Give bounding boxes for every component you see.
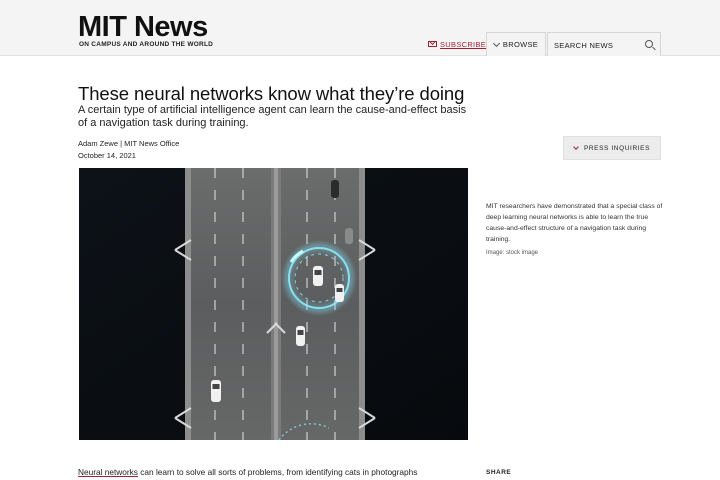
office-name: MIT News Office xyxy=(124,139,180,148)
press-inquiries-label: PRESS INQUIRIES xyxy=(583,144,651,152)
subscribe-link[interactable]: SUBSCRIBE xyxy=(428,38,486,50)
article-headline: These neural networks know what they’re … xyxy=(78,83,465,104)
image-caption: MIT researchers have demonstrated that a… xyxy=(486,203,663,243)
site-logo[interactable]: MIT News xyxy=(78,12,208,42)
author-link[interactable]: Adam Zewe xyxy=(78,139,118,148)
site-header: MIT News ON CAMPUS AND AROUND THE WORLD … xyxy=(0,0,720,56)
site-tagline: ON CAMPUS AND AROUND THE WORLD xyxy=(79,41,214,48)
subscribe-label: SUBSCRIBE xyxy=(440,39,487,49)
neural-networks-link[interactable]: Neural networks xyxy=(78,467,138,477)
article-byline: Adam Zewe | MIT News Office xyxy=(78,139,179,148)
browse-button[interactable]: BROWSE xyxy=(486,32,546,56)
article-body-paragraph: Neural networks can learn to solve all s… xyxy=(78,467,417,477)
search-box[interactable]: SEARCH NEWS xyxy=(547,32,661,56)
mail-icon xyxy=(428,41,437,47)
press-inquiries-button[interactable]: PRESS INQUIRIES xyxy=(563,136,661,160)
browse-label: BROWSE xyxy=(502,40,539,49)
body-text: can learn to solve all sorts of problems… xyxy=(137,467,418,477)
search-input[interactable]: SEARCH NEWS xyxy=(554,41,613,50)
chevron-down-icon xyxy=(573,143,579,150)
article-dek: A certain type of artificial intelligenc… xyxy=(78,104,467,129)
image-credit: Image: stock image xyxy=(486,250,539,256)
chevron-down-icon xyxy=(492,39,500,47)
bridge-aerial-illustration xyxy=(79,168,468,440)
article-image xyxy=(79,168,468,440)
article-date: October 14, 2021 xyxy=(78,151,136,160)
share-label: SHARE xyxy=(486,469,512,476)
search-icon[interactable] xyxy=(645,40,653,48)
